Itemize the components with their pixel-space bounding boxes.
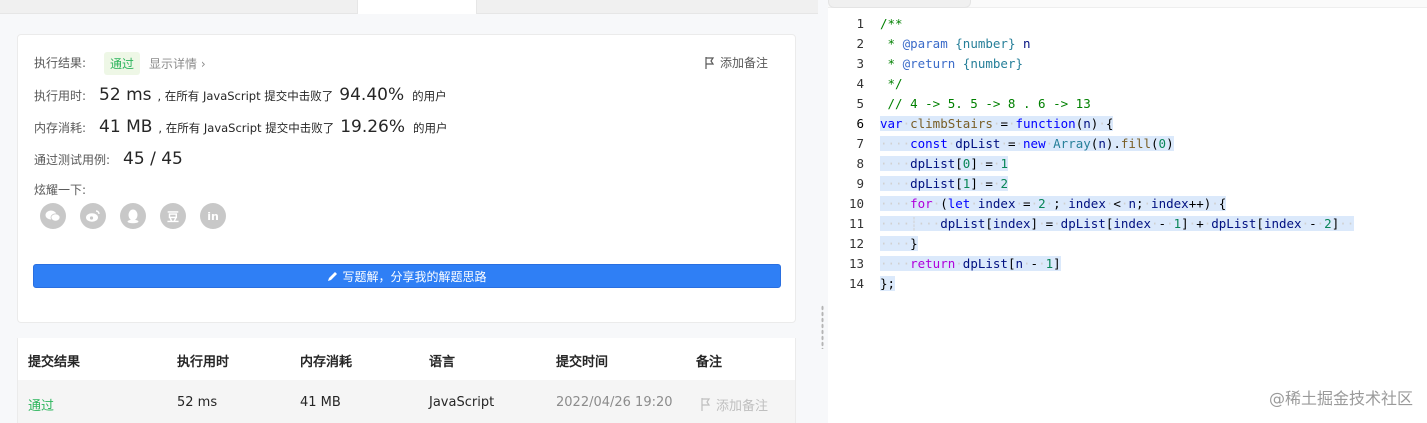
status-badge: 通过 bbox=[104, 52, 141, 75]
status-label: 执行结果: bbox=[34, 56, 87, 70]
line-number: 2 bbox=[856, 36, 864, 51]
code-line: ····dpList[1]·=·2 bbox=[880, 176, 1008, 191]
result-card: 执行结果: 通过 显示详情 › 添加备注 执行用时: 52 ms , 在所有 J… bbox=[17, 34, 796, 323]
header-time: 提交时间 bbox=[556, 355, 609, 370]
table-header: 提交结果 执行用时 内存消耗 语言 提交时间 备注 bbox=[18, 338, 795, 380]
tab-submissions[interactable] bbox=[357, 0, 477, 14]
memory-row: 内存消耗: 41 MB , 在所有 JavaScript 提交中击败了 19.2… bbox=[34, 117, 448, 137]
code-line: }; bbox=[880, 276, 896, 291]
code-line: */ bbox=[880, 76, 903, 91]
line-number: 13 bbox=[848, 256, 864, 271]
code-line: // 4 -> 5. 5 -> 8 . 6 -> 13 bbox=[880, 96, 1091, 111]
line-number: 4 bbox=[856, 76, 864, 91]
line-number: 9 bbox=[856, 176, 864, 191]
table-row[interactable]: 通过 52 ms 41 MB JavaScript 2022/04/26 19:… bbox=[18, 380, 795, 423]
testcases-value: 45 / 45 bbox=[123, 149, 183, 169]
code-content[interactable]: /** * @param {number} n * @return {numbe… bbox=[880, 14, 1355, 294]
row-add-note-label: 添加备注 bbox=[716, 399, 769, 414]
header-language: 语言 bbox=[429, 355, 456, 370]
line-number-current: 6 bbox=[856, 116, 864, 131]
runtime-suffix: 的用户 bbox=[412, 89, 447, 103]
language-selector[interactable] bbox=[828, 0, 971, 8]
row-memory: 41 MB bbox=[300, 395, 341, 410]
pane-splitter[interactable] bbox=[818, 0, 828, 423]
runtime-row: 执行用时: 52 ms , 在所有 JavaScript 提交中击败了 94.4… bbox=[34, 85, 447, 105]
linkedin-icon[interactable]: in bbox=[200, 203, 226, 229]
header-runtime: 执行用时 bbox=[177, 355, 230, 370]
header-note: 备注 bbox=[696, 355, 723, 370]
splitter-handle[interactable] bbox=[821, 305, 824, 349]
flag-icon bbox=[705, 56, 715, 69]
code-editor[interactable]: 1 2 3 4 5 6 7 8 9 10 11 12 13 14 /** * @… bbox=[828, 8, 1427, 423]
code-line: ····┊···dpList[index]·=·dpList[index·-·1… bbox=[880, 216, 1355, 231]
add-note-label: 添加备注 bbox=[719, 56, 768, 70]
code-line: var·climbStairs·=·function(n)·{ bbox=[880, 116, 1114, 131]
share-row-label: 炫耀一下: bbox=[34, 181, 86, 198]
row-language: JavaScript bbox=[429, 395, 495, 410]
add-note-button[interactable]: 添加备注 bbox=[705, 54, 768, 71]
code-line: ····return·dpList[n·-·1] bbox=[880, 256, 1061, 271]
header-memory: 内存消耗 bbox=[300, 355, 353, 370]
memory-value: 41 MB bbox=[99, 117, 153, 137]
row-add-note-button[interactable]: 添加备注 bbox=[701, 395, 768, 414]
memory-label: 内存消耗: bbox=[34, 121, 87, 135]
code-line: * @return {number} bbox=[880, 56, 1024, 71]
row-runtime: 52 ms bbox=[177, 395, 218, 410]
code-line: ····const·dpList·=·new·Array(n).fill(0) bbox=[880, 136, 1174, 151]
share-label: 炫耀一下: bbox=[34, 183, 87, 197]
row-result-link[interactable]: 通过 bbox=[28, 395, 54, 414]
memory-suffix: 的用户 bbox=[413, 121, 448, 135]
watermark: @稀土掘金技术社区 bbox=[1268, 389, 1413, 408]
line-number: 7 bbox=[856, 136, 864, 151]
testcases-row: 通过测试用例: 45 / 45 bbox=[34, 149, 183, 169]
header-result: 提交结果 bbox=[28, 355, 81, 370]
line-number: 10 bbox=[848, 196, 864, 211]
line-number: 3 bbox=[856, 56, 864, 71]
row-time: 2022/04/26 19:20 bbox=[556, 395, 673, 410]
flag-icon bbox=[701, 398, 711, 411]
runtime-percent: 94.40% bbox=[339, 85, 405, 105]
code-line: ····dpList[0]·=·1 bbox=[880, 156, 1008, 171]
line-number: 1 bbox=[856, 16, 864, 31]
write-solution-label: 写题解，分享我的解题思路 bbox=[342, 269, 487, 284]
code-line: ····} bbox=[880, 236, 918, 251]
line-number: 14 bbox=[848, 276, 864, 291]
weibo-icon[interactable] bbox=[80, 203, 106, 229]
pencil-icon bbox=[328, 271, 338, 281]
qq-icon[interactable] bbox=[120, 203, 146, 229]
line-number: 8 bbox=[856, 156, 864, 171]
testcases-label: 通过测试用例: bbox=[34, 153, 111, 167]
memory-percent: 19.26% bbox=[340, 117, 406, 137]
runtime-label: 执行用时: bbox=[34, 89, 87, 103]
write-solution-button[interactable]: 写题解，分享我的解题思路 bbox=[33, 264, 781, 288]
code-line: /** bbox=[880, 16, 903, 31]
wechat-icon[interactable] bbox=[40, 203, 66, 229]
memory-text: , 在所有 JavaScript 提交中击败了 bbox=[158, 121, 335, 135]
editor-toolbar bbox=[828, 0, 1427, 8]
runtime-text: , 在所有 JavaScript 提交中击败了 bbox=[157, 89, 334, 103]
runtime-value: 52 ms bbox=[99, 85, 152, 105]
code-line: * @param {number} n bbox=[880, 36, 1031, 51]
line-number-gutter: 1 2 3 4 5 6 7 8 9 10 11 12 13 14 bbox=[828, 14, 864, 294]
douban-icon[interactable]: 豆 bbox=[160, 203, 186, 229]
show-details-link[interactable]: 显示详情 › bbox=[149, 55, 206, 72]
share-icons: 豆 in bbox=[40, 203, 226, 229]
code-line: ····for·(let·index·=·2·;·index·<·n;·inde… bbox=[880, 196, 1227, 211]
line-number: 5 bbox=[856, 96, 864, 111]
status-row: 执行结果: bbox=[34, 54, 86, 71]
line-number: 12 bbox=[848, 236, 864, 251]
tab-strip bbox=[0, 0, 818, 14]
submissions-table: 提交结果 执行用时 内存消耗 语言 提交时间 备注 通过 52 ms 41 MB… bbox=[17, 338, 796, 423]
line-number: 11 bbox=[848, 216, 864, 231]
leetcode-submission-view: 执行结果: 通过 显示详情 › 添加备注 执行用时: 52 ms , 在所有 J… bbox=[0, 0, 1427, 423]
